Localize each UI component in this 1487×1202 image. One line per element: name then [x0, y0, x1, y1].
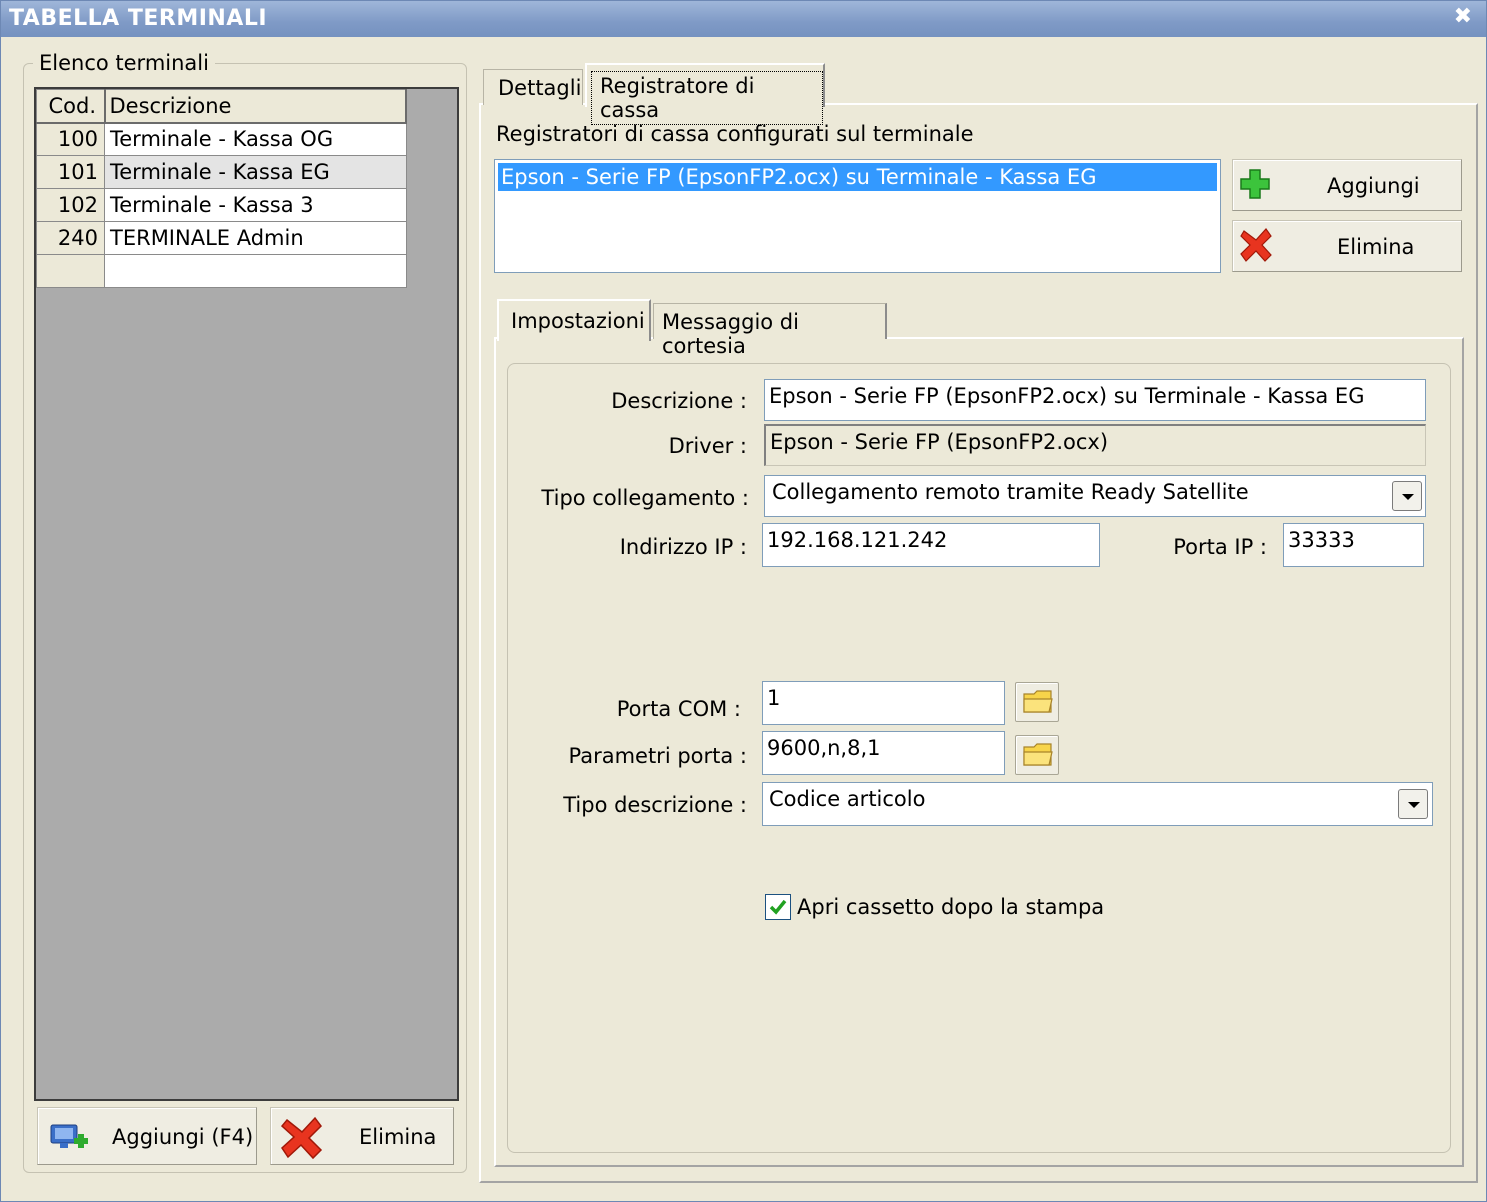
column-header-descrizione[interactable]: Descrizione — [104, 89, 407, 124]
column-header-cod[interactable]: Cod. — [36, 89, 106, 124]
table-row[interactable]: 240 TERMINALE Admin — [36, 221, 407, 255]
porta-ip-label: Porta IP : — [1173, 535, 1267, 559]
table-row-empty[interactable] — [36, 254, 407, 288]
grid-header: Cod. Descrizione — [36, 89, 407, 124]
cell-desc: Terminale - Kassa OG — [104, 122, 407, 156]
register-list[interactable]: Epson - Serie FP (EpsonFP2.ocx) su Termi… — [494, 159, 1221, 273]
porta-com-input[interactable]: 1 — [762, 681, 1005, 725]
window-title: TABELLA TERMINALI — [9, 6, 268, 31]
parametri-porta-browse-button[interactable] — [1015, 735, 1059, 775]
tab-messaggio-label: Messaggio di cortesia — [662, 310, 799, 358]
descrizione-input[interactable]: Epson - Serie FP (EpsonFP2.ocx) su Termi… — [764, 379, 1426, 421]
add-terminal-button[interactable]: Aggiungi (F4) — [37, 1107, 257, 1165]
cell-desc-empty — [104, 254, 407, 288]
descrizione-label: Descrizione : — [611, 389, 747, 413]
table-row[interactable]: 102 Terminale - Kassa 3 — [36, 188, 407, 222]
table-row[interactable]: 100 Terminale - Kassa OG — [36, 122, 407, 156]
tipo-descrizione-select[interactable]: Codice articolo — [762, 782, 1433, 826]
porta-com-browse-button[interactable] — [1015, 682, 1059, 722]
register-list-caption: Registratori di cassa configurati sul te… — [496, 122, 974, 146]
tab-impostazioni-label: Impostazioni — [511, 309, 645, 333]
tipo-collegamento-label: Tipo collegamento : — [541, 486, 749, 510]
cell-cod: 240 — [36, 221, 105, 255]
title-bar: TABELLA TERMINALI ✖ — [1, 1, 1486, 37]
group-title: Elenco terminali — [33, 51, 215, 75]
checkbox-check-icon — [769, 899, 787, 915]
tipo-collegamento-value: Collegamento remoto tramite Ready Satell… — [772, 480, 1249, 504]
tipo-descrizione-value: Codice articolo — [769, 787, 926, 811]
add-terminal-label: Aggiungi (F4) — [112, 1125, 254, 1149]
tipo-collegamento-select[interactable]: Collegamento remoto tramite Ready Satell… — [764, 475, 1426, 517]
chevron-down-icon[interactable] — [1392, 481, 1422, 511]
close-icon[interactable]: ✖ — [1454, 4, 1472, 29]
dialog-window: TABELLA TERMINALI ✖ Elenco terminali Cod… — [0, 0, 1487, 1202]
delete-register-button[interactable]: Elimina — [1232, 220, 1462, 272]
table-row-selected[interactable]: 101 Terminale - Kassa EG — [36, 155, 407, 189]
plus-green-icon — [1240, 169, 1270, 199]
indirizzo-ip-label: Indirizzo IP : — [619, 535, 747, 559]
porta-ip-input[interactable]: 33333 — [1283, 523, 1424, 567]
delete-terminal-button[interactable]: Elimina — [270, 1107, 454, 1165]
cell-cod: 102 — [36, 188, 105, 222]
terminal-grid[interactable]: Cod. Descrizione 100 Terminale - Kassa O… — [34, 87, 459, 1101]
tab-dettagli-label: Dettagli — [498, 76, 582, 100]
tipo-descrizione-label: Tipo descrizione : — [563, 793, 747, 817]
apri-cassetto-label[interactable]: Apri cassetto dopo la stampa — [797, 895, 1104, 919]
parametri-porta-input[interactable]: 9600,n,8,1 — [762, 731, 1005, 775]
cell-cod: 101 — [36, 155, 105, 189]
driver-readonly-field: Epson - Serie FP (EpsonFP2.ocx) — [764, 424, 1426, 466]
porta-com-label: Porta COM : — [616, 697, 741, 721]
delete-x-icon — [1240, 228, 1272, 262]
driver-label: Driver : — [668, 434, 747, 458]
apri-cassetto-checkbox[interactable] — [765, 894, 791, 920]
folder-icon — [1023, 690, 1053, 713]
tab-messaggio-di-cortesia[interactable]: Messaggio di cortesia — [653, 303, 887, 358]
indirizzo-ip-input[interactable]: 192.168.121.242 — [762, 523, 1100, 567]
cell-cod-empty — [36, 254, 105, 288]
tab-registratore-di-cassa[interactable]: Registratore di cassa — [585, 63, 825, 125]
parametri-porta-label: Parametri porta : — [568, 744, 747, 768]
list-item-selected[interactable]: Epson - Serie FP (EpsonFP2.ocx) su Termi… — [498, 163, 1217, 191]
add-register-button[interactable]: Aggiungi — [1232, 159, 1462, 211]
delete-terminal-label: Elimina — [359, 1125, 437, 1149]
cell-desc: TERMINALE Admin — [104, 221, 407, 255]
tab-impostazioni[interactable]: Impostazioni — [497, 299, 651, 341]
tab-dettagli[interactable]: Dettagli — [483, 69, 583, 105]
add-terminal-icon — [50, 1124, 88, 1148]
delete-register-label: Elimina — [1337, 235, 1415, 259]
cell-desc: Terminale - Kassa 3 — [104, 188, 407, 222]
cell-desc: Terminale - Kassa EG — [104, 155, 407, 189]
chevron-down-icon[interactable] — [1398, 789, 1428, 819]
folder-icon — [1023, 743, 1053, 766]
tab-registratore-label: Registratore di cassa — [591, 71, 823, 125]
add-register-label: Aggiungi — [1327, 174, 1420, 198]
cell-cod: 100 — [36, 122, 105, 156]
delete-x-icon — [280, 1116, 323, 1160]
